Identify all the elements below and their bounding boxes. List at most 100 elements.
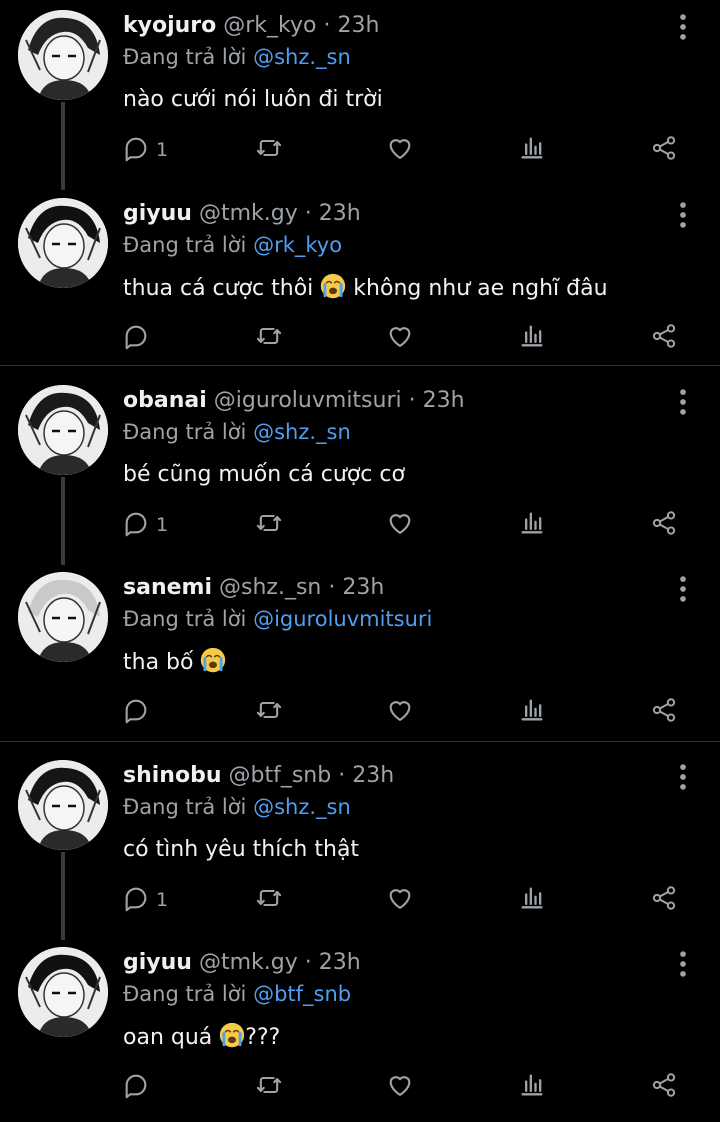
display-name[interactable]: kyojuro <box>123 13 216 38</box>
reply-to-handle[interactable]: @shz._sn <box>253 420 351 444</box>
share-button[interactable] <box>650 320 678 356</box>
tweet[interactable]: giyuu @tmk.gy · 23h Đang trả lời @rk_kyo t… <box>0 198 720 373</box>
more-options-icon[interactable] <box>666 10 700 44</box>
timestamp[interactable]: 23h <box>338 13 380 38</box>
retweet-button[interactable] <box>255 507 283 543</box>
more-options-icon[interactable] <box>666 572 700 606</box>
tweet-header: sanemi @shz._sn · 23h <box>123 574 384 602</box>
views-button[interactable] <box>518 320 546 356</box>
reply-button[interactable]: 1 <box>122 132 168 168</box>
retweet-button[interactable] <box>255 694 283 730</box>
tweet[interactable]: kyojuro @rk_kyo · 23h Đang trả lời @shz._… <box>0 10 720 185</box>
share-button[interactable] <box>650 132 678 168</box>
reply-context: Đang trả lời @iguroluvmitsuri <box>123 605 432 633</box>
more-options-icon[interactable] <box>666 760 700 794</box>
share-icon <box>650 696 678 728</box>
tweet[interactable]: sanemi @shz._sn · 23h Đang trả lời @iguro… <box>0 572 720 747</box>
avatar[interactable] <box>18 10 108 100</box>
reply-prefix: Đang trả lời <box>123 45 247 69</box>
reply-to-handle[interactable]: @shz._sn <box>253 795 351 819</box>
tweet-text-main: thua cá cược thôi <box>123 276 314 301</box>
share-icon <box>650 1071 678 1103</box>
views-button[interactable] <box>518 132 546 168</box>
reply-context: Đang trả lời @btf_snb <box>123 980 351 1008</box>
reply-icon <box>122 134 150 166</box>
tweet[interactable]: obanai @iguroluvmitsuri · 23h Đang trả lờ… <box>0 385 720 560</box>
reply-icon <box>122 322 150 354</box>
share-icon <box>650 509 678 541</box>
share-button[interactable] <box>650 694 678 730</box>
tweet-actions <box>120 694 700 730</box>
views-button[interactable] <box>518 694 546 730</box>
tweet[interactable]: giyuu @tmk.gy · 23h Đang trả lời @btf_snb… <box>0 947 720 1122</box>
like-button[interactable] <box>386 1069 414 1105</box>
reply-button[interactable] <box>122 320 150 356</box>
more-options-icon[interactable] <box>666 198 700 232</box>
timestamp[interactable]: 23h <box>423 388 465 413</box>
tweet[interactable]: shinobu @btf_snb · 23h Đang trả lời @shz.… <box>0 760 720 935</box>
like-button[interactable] <box>386 507 414 543</box>
share-button[interactable] <box>650 507 678 543</box>
retweet-button[interactable] <box>255 132 283 168</box>
separator: · <box>323 13 331 38</box>
user-handle[interactable]: @btf_snb <box>228 763 331 788</box>
retweet-button[interactable] <box>255 882 283 918</box>
tweet-text-main: nào cưới nói luôn đi trời <box>123 87 383 112</box>
display-name[interactable]: giyuu <box>123 201 192 226</box>
retweet-button[interactable] <box>255 1069 283 1105</box>
bar-chart-icon <box>518 1071 546 1103</box>
user-handle[interactable]: @tmk.gy <box>199 950 298 975</box>
reply-button[interactable] <box>122 1069 150 1105</box>
user-handle[interactable]: @rk_kyo <box>223 13 316 38</box>
display-name[interactable]: obanai <box>123 388 207 413</box>
avatar[interactable] <box>18 385 108 475</box>
user-handle[interactable]: @shz._sn <box>219 575 321 600</box>
like-button[interactable] <box>386 882 414 918</box>
tweet-text-main: bé cũng muốn cá cược cơ <box>123 462 405 487</box>
views-button[interactable] <box>518 507 546 543</box>
reply-to-handle[interactable]: @iguroluvmitsuri <box>253 607 432 631</box>
share-icon <box>650 322 678 354</box>
timestamp[interactable]: 23h <box>342 575 384 600</box>
timestamp[interactable]: 23h <box>319 201 361 226</box>
bar-chart-icon <box>518 322 546 354</box>
reply-count: 1 <box>156 139 169 161</box>
user-handle[interactable]: @tmk.gy <box>199 201 298 226</box>
reply-button[interactable] <box>122 694 150 730</box>
tweet-text: thua cá cược thôi không như ae nghĩ đâu <box>123 273 608 304</box>
retweet-icon <box>255 1071 283 1103</box>
avatar[interactable] <box>18 198 108 288</box>
reply-icon <box>122 696 150 728</box>
reply-prefix: Đang trả lời <box>123 420 247 444</box>
share-button[interactable] <box>650 882 678 918</box>
reply-button[interactable]: 1 <box>122 882 168 918</box>
views-button[interactable] <box>518 1069 546 1105</box>
share-icon <box>650 134 678 166</box>
avatar[interactable] <box>18 947 108 1037</box>
display-name[interactable]: shinobu <box>123 763 221 788</box>
timestamp[interactable]: 23h <box>352 763 394 788</box>
like-button[interactable] <box>386 694 414 730</box>
reply-button[interactable]: 1 <box>122 507 168 543</box>
more-options-icon[interactable] <box>666 947 700 981</box>
like-button[interactable] <box>386 132 414 168</box>
views-button[interactable] <box>518 882 546 918</box>
avatar[interactable] <box>18 760 108 850</box>
reply-to-handle[interactable]: @rk_kyo <box>253 233 342 257</box>
tweet-text-after: ??? <box>245 1025 281 1050</box>
more-options-icon[interactable] <box>666 385 700 419</box>
retweet-icon <box>255 134 283 166</box>
reply-count: 1 <box>156 514 169 536</box>
timestamp[interactable]: 23h <box>319 950 361 975</box>
reply-to-handle[interactable]: @btf_snb <box>253 982 351 1006</box>
user-handle[interactable]: @iguroluvmitsuri <box>214 388 402 413</box>
like-button[interactable] <box>386 320 414 356</box>
display-name[interactable]: sanemi <box>123 575 212 600</box>
retweet-button[interactable] <box>255 320 283 356</box>
reply-to-handle[interactable]: @shz._sn <box>253 45 351 69</box>
display-name[interactable]: giyuu <box>123 950 192 975</box>
share-button[interactable] <box>650 1069 678 1105</box>
heart-icon <box>386 134 414 166</box>
retweet-icon <box>255 322 283 354</box>
avatar[interactable] <box>18 572 108 662</box>
